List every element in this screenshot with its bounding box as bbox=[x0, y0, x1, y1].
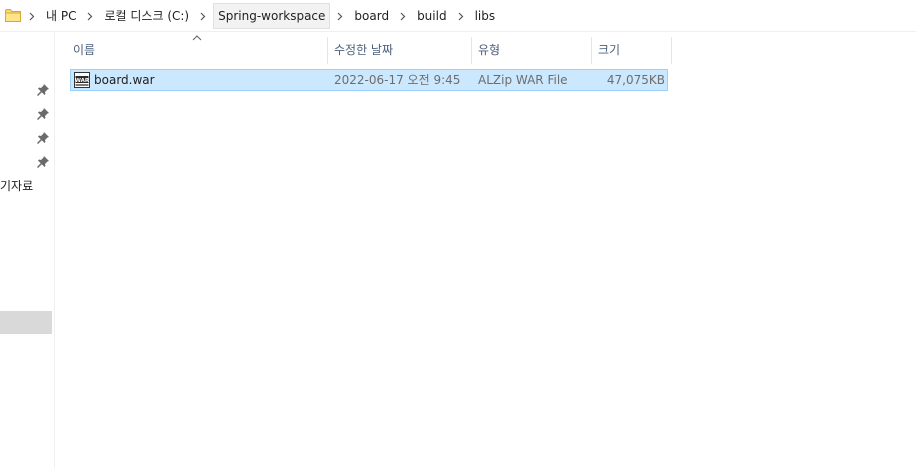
breadcrumb-item-libs[interactable]: libs bbox=[471, 3, 500, 29]
chevron-right-icon[interactable] bbox=[22, 0, 42, 32]
file-date: 2022-06-17 오전 9:45 bbox=[334, 73, 461, 87]
pin-icon[interactable] bbox=[36, 155, 50, 169]
chevron-right-icon[interactable] bbox=[451, 0, 471, 32]
chevron-right-icon[interactable] bbox=[193, 0, 213, 32]
column-header-date[interactable]: 수정한 날짜 bbox=[328, 37, 472, 64]
nav-item-selected[interactable] bbox=[0, 311, 52, 334]
chevron-right-icon[interactable] bbox=[330, 0, 350, 32]
file-size: 47,075KB bbox=[606, 73, 665, 87]
column-header-name[interactable]: 이름 bbox=[67, 37, 328, 64]
breadcrumb-item-spring-workspace[interactable]: Spring-workspace bbox=[213, 3, 331, 29]
chevron-right-icon[interactable] bbox=[393, 0, 413, 32]
file-name[interactable]: board.war bbox=[94, 70, 155, 90]
address-bar[interactable]: 내 PC 로컬 디스크 (C:) Spring-workspace board … bbox=[0, 0, 916, 32]
pin-icon[interactable] bbox=[36, 83, 50, 97]
column-header-size[interactable]: 크기 bbox=[592, 37, 672, 64]
breadcrumb-item-local-disk[interactable]: 로컬 디스크 (C:) bbox=[100, 3, 193, 29]
chevron-right-icon[interactable] bbox=[80, 0, 100, 32]
breadcrumb: 내 PC 로컬 디스크 (C:) Spring-workspace board … bbox=[22, 0, 499, 32]
folder-icon bbox=[5, 9, 21, 22]
breadcrumb-item-board[interactable]: board bbox=[350, 3, 393, 29]
file-type: ALZip WAR File bbox=[478, 73, 568, 87]
column-headers: 이름 수정한 날짜 유형 크기 bbox=[56, 35, 916, 64]
file-row[interactable]: WAR board.war 2022-06-17 오전 9:45 ALZip W… bbox=[70, 69, 668, 91]
svg-text:WAR: WAR bbox=[75, 78, 90, 84]
navigation-pane[interactable]: 기자료 bbox=[0, 32, 55, 468]
pin-icon[interactable] bbox=[36, 131, 50, 145]
breadcrumb-item-this-pc[interactable]: 내 PC bbox=[42, 3, 80, 29]
war-file-icon: WAR bbox=[74, 72, 90, 88]
pin-icon[interactable] bbox=[36, 107, 50, 121]
column-header-type[interactable]: 유형 bbox=[472, 37, 592, 64]
breadcrumb-item-build[interactable]: build bbox=[413, 3, 451, 29]
nav-item-label[interactable]: 기자료 bbox=[0, 177, 33, 194]
